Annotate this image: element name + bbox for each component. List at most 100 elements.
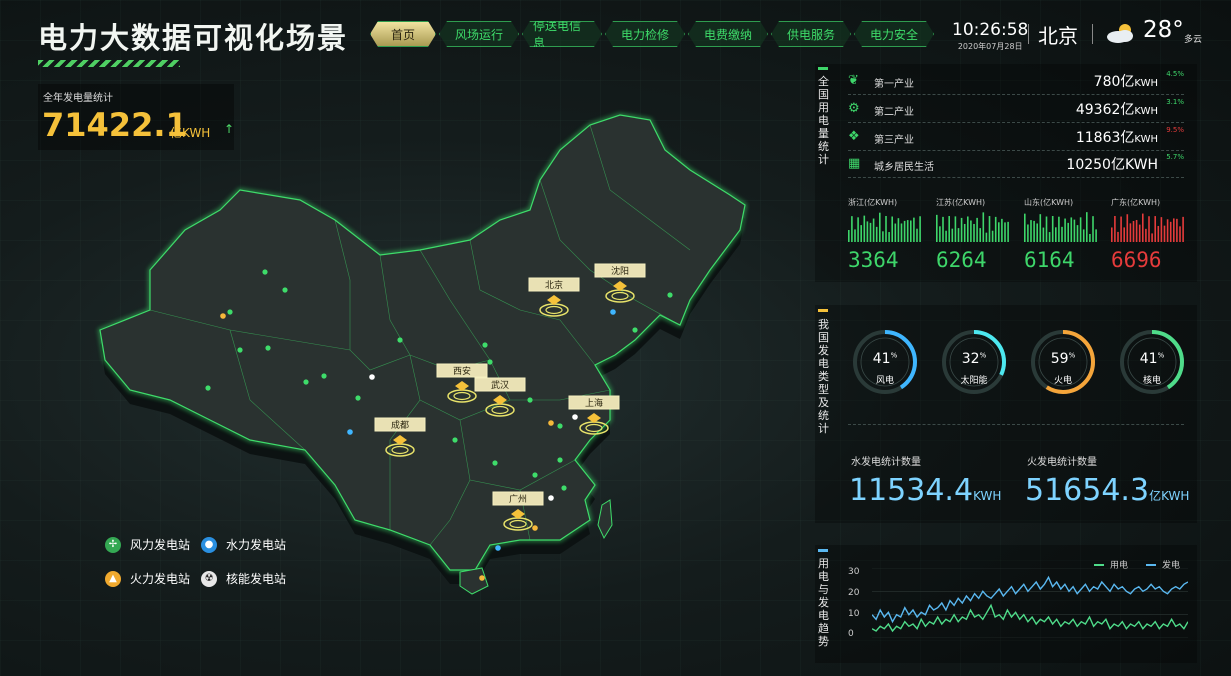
temperature: 28° <box>1143 17 1184 43</box>
tab-power-safety[interactable]: 电力安全 <box>854 21 934 47</box>
mini-bar <box>875 226 878 242</box>
industry-row-primary: ❦ 第一产业 780亿KWH 4.5% <box>848 68 1184 95</box>
mini-bar <box>1048 232 1051 242</box>
wind-station-marker <box>303 379 309 385</box>
mini-bar <box>963 223 966 242</box>
mini-bar <box>885 216 887 242</box>
section-accent-bar <box>818 67 828 70</box>
industry-name: 第一产业 <box>874 79 914 90</box>
y-tick-label: 20 <box>848 588 860 598</box>
mini-bar <box>857 217 859 242</box>
industry-percent: 5.7% <box>1166 153 1184 161</box>
nuclear-station-marker <box>548 495 554 501</box>
mini-bar <box>1148 216 1150 242</box>
tab-home[interactable]: 首页 <box>370 21 436 47</box>
industry-name: 第二产业 <box>874 107 914 118</box>
mini-bar <box>913 217 915 242</box>
mini-bar <box>1001 218 1003 242</box>
wind-station-marker <box>237 347 243 353</box>
mini-bar <box>903 220 906 242</box>
mini-bar <box>916 228 918 242</box>
thermal-station-marker <box>532 525 538 531</box>
mini-bar <box>998 222 1000 242</box>
mini-bar <box>1111 227 1113 242</box>
trend-line-chart[interactable] <box>872 568 1188 638</box>
province-value: 6696 <box>1111 248 1162 272</box>
tab-outage-info[interactable]: 停送电信息 <box>522 21 602 47</box>
mini-bar <box>982 212 985 242</box>
ring-value: 41% <box>1139 351 1165 367</box>
mini-bar <box>970 220 972 242</box>
industry-value: 780亿KWH <box>1093 74 1158 90</box>
mini-bar <box>1089 233 1091 242</box>
wind-station-marker <box>487 359 493 365</box>
industry-row-secondary: ⚙ 第二产业 49362亿KWH 3.1% <box>848 96 1184 123</box>
legend-wind[interactable]: ✢ 风力发电站 <box>105 536 190 553</box>
legend-hydro[interactable]: ● 水力发电站 <box>201 536 286 553</box>
section-accent-bar <box>818 549 828 552</box>
mini-bar <box>1092 216 1094 242</box>
province-shandong: 山东(亿KWH) 6164 <box>1024 197 1100 272</box>
mini-bar <box>939 226 941 242</box>
mini-bar <box>872 218 875 242</box>
wind-station-marker <box>492 460 498 466</box>
wind-station-marker <box>632 327 638 333</box>
mini-bar <box>1135 219 1138 242</box>
province-mini-bars <box>1111 213 1184 242</box>
mini-bar <box>1166 219 1169 242</box>
thermal-station-marker <box>548 420 554 426</box>
flame-icon: ▲ <box>105 570 121 587</box>
thermal-station-marker <box>479 575 485 581</box>
hydro-station-marker <box>610 309 616 315</box>
mini-bar <box>869 222 872 242</box>
title-stripe-decoration <box>38 60 180 67</box>
wind-station-marker <box>265 345 271 351</box>
legend-label: 火力发电站 <box>130 572 191 586</box>
tab-maintenance[interactable]: 电力检修 <box>605 21 685 47</box>
province-name: 浙江(亿KWH) <box>848 198 898 207</box>
mini-bar <box>1163 225 1166 242</box>
legend-thermal[interactable]: ▲ 火力发电站 <box>105 570 190 587</box>
hydro-station-marker <box>495 545 501 551</box>
ring-value: 41% <box>872 351 898 367</box>
ring-wind: 41% 风电 <box>850 327 920 397</box>
mini-bar <box>891 216 893 242</box>
mini-bar <box>1138 224 1141 242</box>
mini-bar <box>1061 226 1063 242</box>
wind-station-marker <box>561 485 567 491</box>
cloudy-weather-icon <box>1107 24 1133 43</box>
city-label: 北京 <box>545 279 563 291</box>
trend-title: 用电与发电趋势 <box>818 557 829 648</box>
mini-bar <box>1070 217 1073 242</box>
tab-bill-payment[interactable]: 电费缴纳 <box>688 21 768 47</box>
mini-bar <box>897 218 900 242</box>
tab-wind-farm[interactable]: 风场运行 <box>439 21 519 47</box>
mini-bar <box>1079 217 1082 242</box>
industry-value: 11863亿KWH <box>1075 130 1158 146</box>
tab-power-service[interactable]: 供电服务 <box>771 21 851 47</box>
mini-bar <box>1173 218 1175 242</box>
mini-bar <box>1129 223 1132 242</box>
mini-bar <box>1154 216 1156 242</box>
mini-bar <box>945 230 947 242</box>
legend-nuclear[interactable]: ☢ 核能发电站 <box>201 570 286 587</box>
mini-bar <box>1033 220 1035 242</box>
gear-icon: ⚙ <box>848 101 860 116</box>
consumption-title: 全国用电量统计 <box>818 75 829 166</box>
mini-bar <box>882 231 884 242</box>
mini-bar <box>951 228 954 242</box>
mini-bar <box>1117 231 1119 242</box>
mini-bar <box>994 216 997 242</box>
wind-station-marker <box>262 269 268 275</box>
wind-station-marker <box>532 472 538 478</box>
plant-icon: ❦ <box>848 73 859 88</box>
page-title: 电力大数据可视化场景 <box>38 21 349 55</box>
wind-station-marker <box>452 437 458 443</box>
legend-label: 风力发电站 <box>130 538 191 552</box>
mini-bar <box>1051 216 1054 242</box>
mini-bar <box>888 232 890 242</box>
mini-bar <box>919 216 921 242</box>
radiation-icon: ☢ <box>201 570 217 587</box>
thermal-label: 火发电统计数量 <box>1027 457 1097 468</box>
mini-bar <box>1027 224 1029 242</box>
